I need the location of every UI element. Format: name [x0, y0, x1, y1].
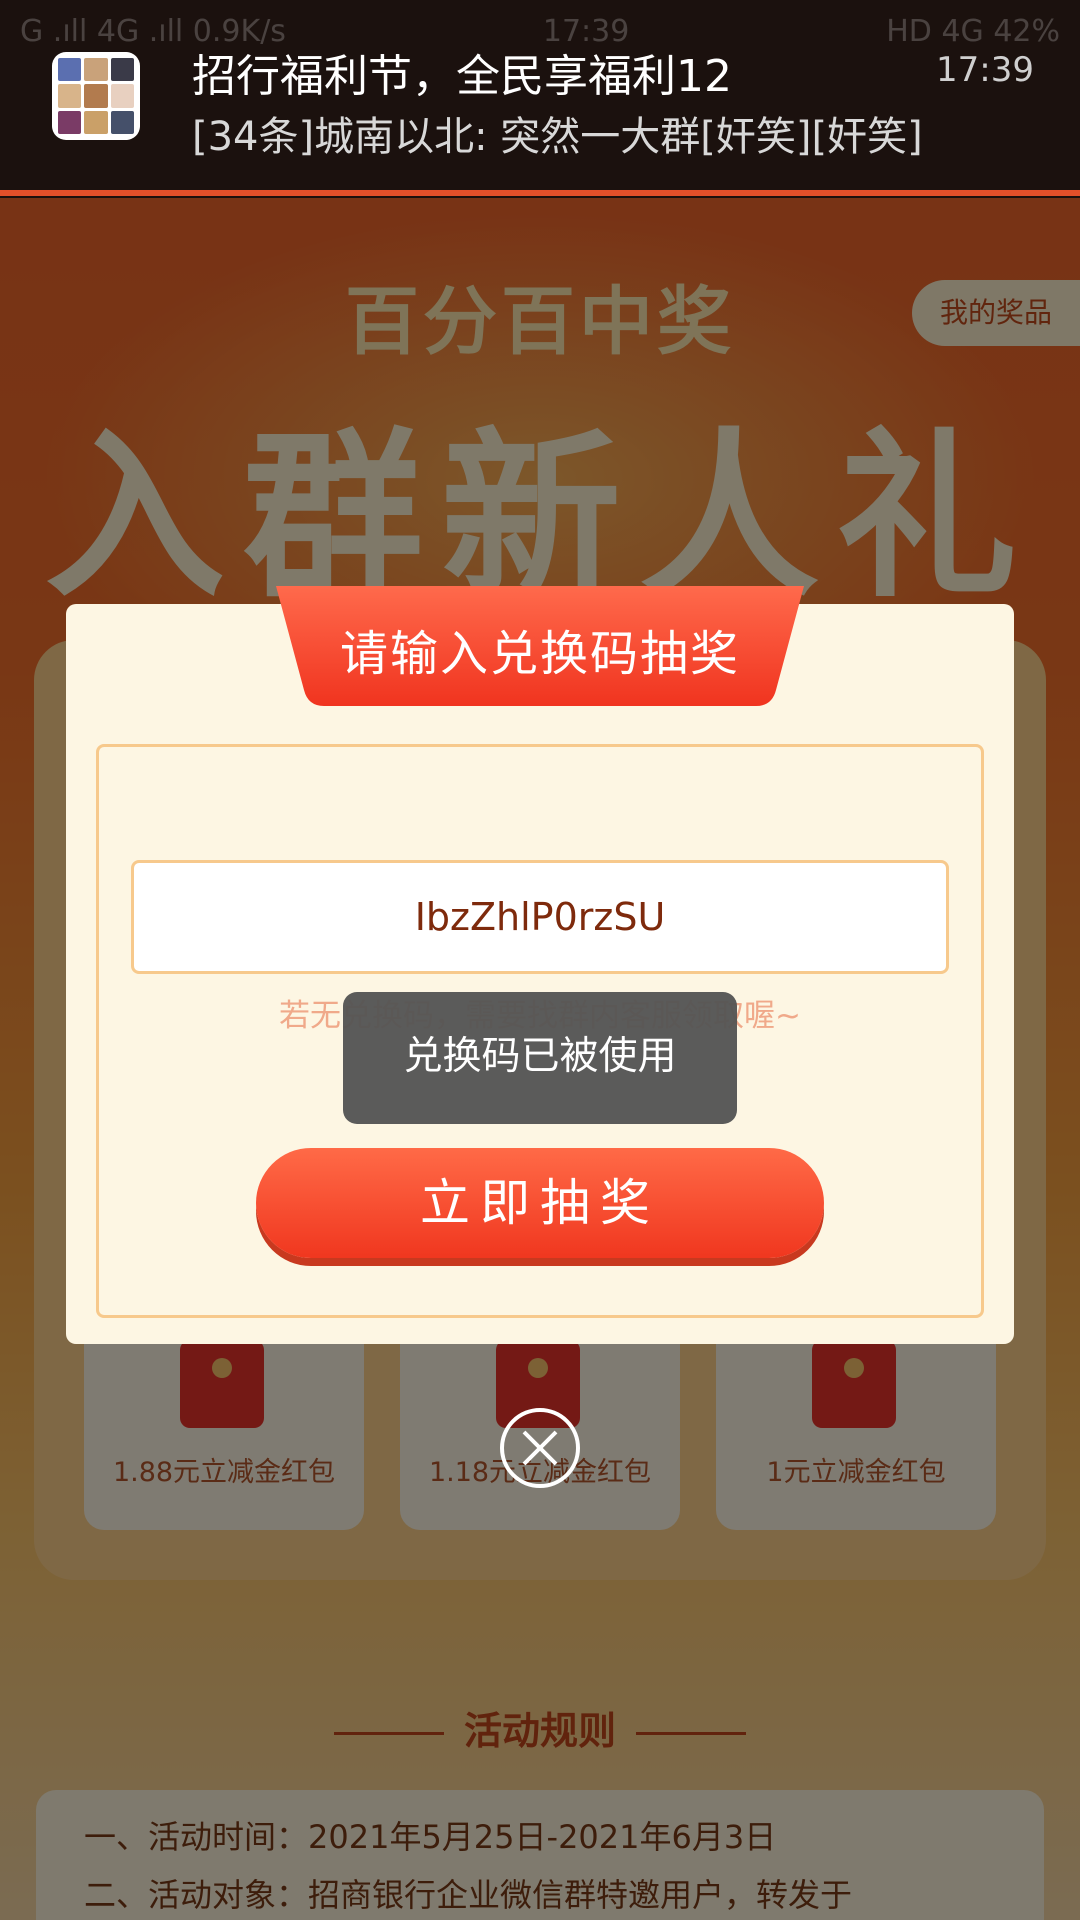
toast-message: 兑换码已被使用 — [343, 992, 737, 1124]
notification-time: 17:39 — [936, 50, 1034, 90]
notification-message: [34条]城南以北: 突然一大群[奸笑][奸笑] — [192, 114, 923, 160]
group-avatar — [52, 52, 140, 140]
notification-divider — [0, 190, 1080, 196]
draw-now-button[interactable]: 立即抽奖 — [256, 1148, 824, 1258]
notification-banner[interactable]: G .ıll 4G .ıll 0.9K/s 17:39 HD 4G 42% 招行… — [0, 0, 1080, 198]
status-right: HD 4G 42% — [886, 14, 1060, 49]
notification-title: 招行福利节，全民享福利12 — [192, 51, 732, 102]
close-icon — [522, 1430, 558, 1466]
redeem-code-input[interactable] — [131, 860, 949, 974]
dialog-title: 请输入兑换码抽奖 — [339, 626, 740, 682]
close-dialog-button[interactable] — [500, 1408, 580, 1488]
